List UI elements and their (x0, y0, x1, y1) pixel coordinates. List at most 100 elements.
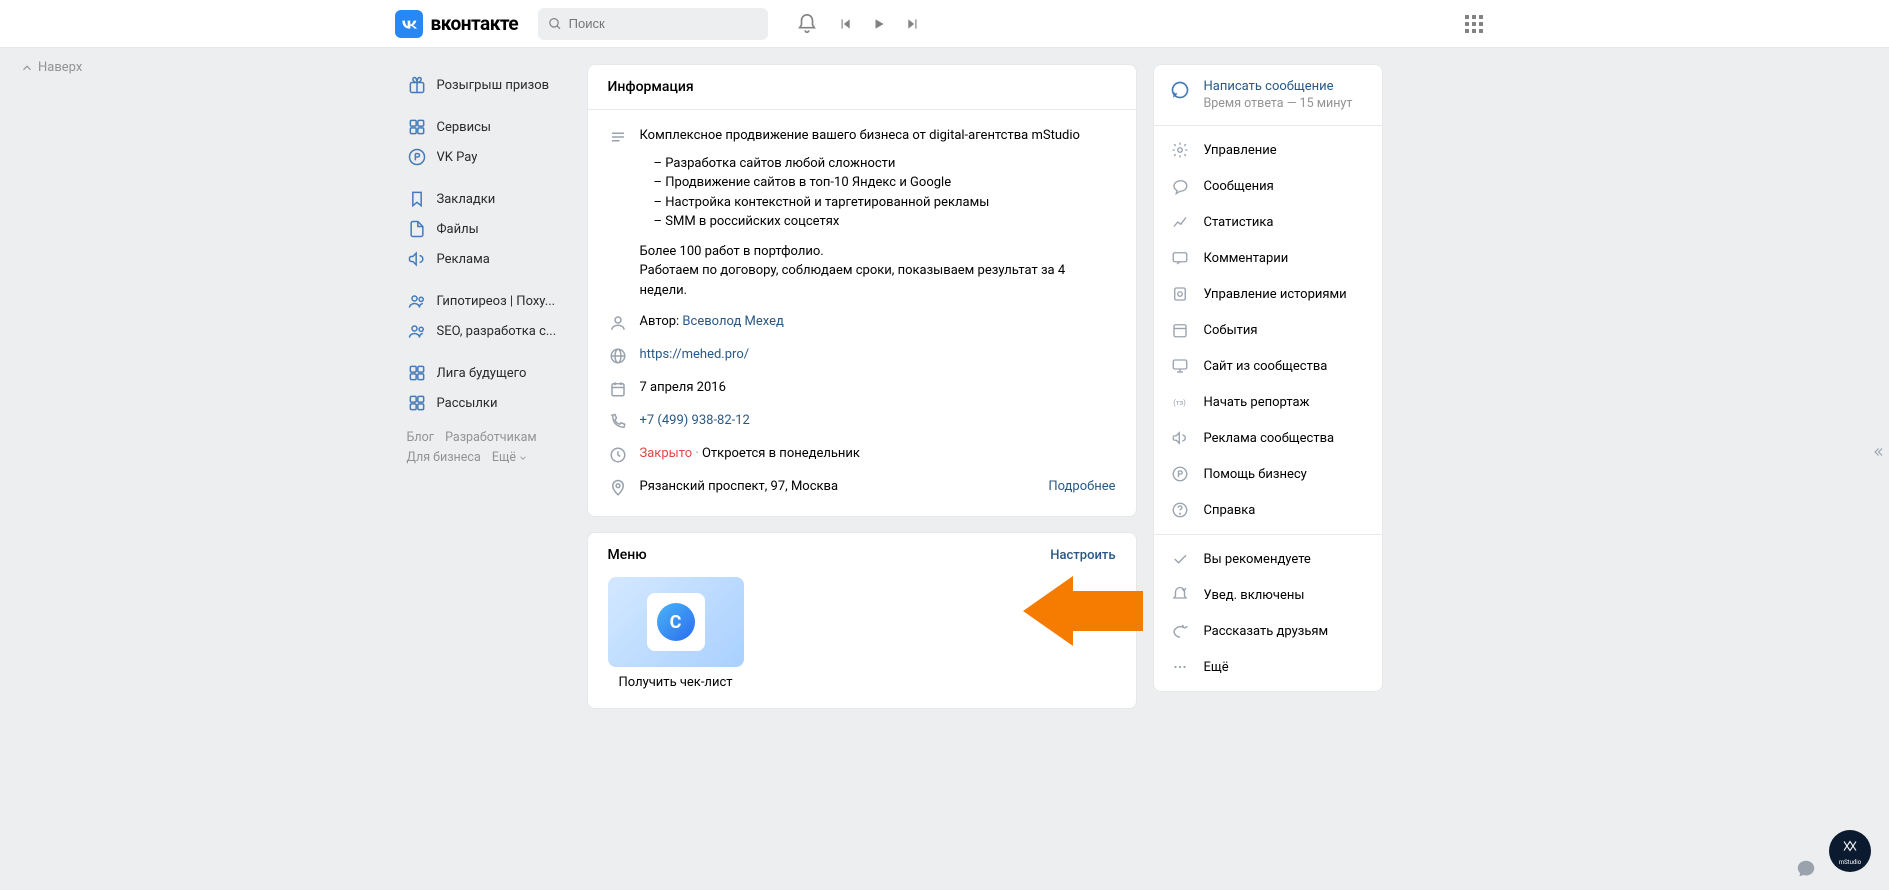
check-icon (1170, 549, 1190, 569)
nav-item[interactable]: Гипотиреоз | Поху... (401, 286, 575, 316)
nav-item[interactable]: Файлы (401, 214, 575, 244)
right-item[interactable]: Справка (1154, 492, 1382, 528)
right-item[interactable]: Статистика (1154, 204, 1382, 240)
stats-icon (1170, 212, 1190, 232)
info-header: Информация (588, 65, 1136, 109)
info-card: Информация Комплексное продвижение вашег… (587, 64, 1137, 517)
nav-item[interactable]: Рассылки (401, 388, 575, 418)
notifications-icon[interactable] (796, 13, 818, 35)
right-item[interactable]: Увед. включены (1154, 577, 1382, 613)
footer-biz-link[interactable]: Для бизнеса (407, 450, 481, 465)
info-more-link[interactable]: Подробнее (1048, 477, 1115, 497)
collapse-handle-icon[interactable] (1871, 445, 1885, 463)
right-column: Написать сообщение Время ответа — 15 мин… (1153, 64, 1383, 724)
description-bullet: Разработка сайтов любой сложности (654, 154, 1116, 174)
globe-icon (608, 346, 628, 366)
vk-logo-icon (395, 10, 423, 38)
services-icon (407, 393, 427, 413)
nav-item[interactable]: Лига будущего (401, 358, 575, 388)
right-item-label: Сообщения (1204, 179, 1274, 194)
monitor-icon (1170, 356, 1190, 376)
write-message-button[interactable]: Написать сообщение Время ответа — 15 мин… (1154, 71, 1382, 119)
calendar-icon (1170, 320, 1190, 340)
megaphone-icon (407, 249, 427, 269)
gift-icon (407, 75, 427, 95)
bookmark-icon (407, 189, 427, 209)
author-icon (608, 313, 628, 333)
gear-icon (1170, 140, 1190, 160)
right-item-label: Увед. включены (1204, 588, 1305, 603)
right-item[interactable]: Вы рекомендуете (1154, 541, 1382, 577)
help-icon (1170, 464, 1190, 484)
right-item[interactable]: (тз)Начать репортаж (1154, 384, 1382, 420)
right-item[interactable]: Ещё (1154, 649, 1382, 685)
nav-item[interactable]: Закладки (401, 184, 575, 214)
right-item[interactable]: Помощь бизнесу (1154, 456, 1382, 492)
comments-icon (1170, 248, 1190, 268)
author-label: Автор: (640, 314, 680, 329)
nav-item[interactable]: Сервисы (401, 112, 575, 142)
author-link[interactable]: Всеволод Мехед (682, 314, 783, 329)
nav-item[interactable]: Розыгрыш призов (401, 70, 575, 100)
nav-item[interactable]: Реклама (401, 244, 575, 274)
chat-bubble-icon[interactable] (1795, 858, 1817, 884)
nav-item[interactable]: VK Pay (401, 142, 575, 172)
description-bullet: Продвижение сайтов в топ-10 Яндекс и Goo… (654, 173, 1116, 193)
nav-label: Закладки (437, 192, 496, 207)
scroll-to-top[interactable]: Наверх (20, 60, 82, 75)
search-icon (548, 16, 562, 32)
description-p2: Работаем по договору, соблюдаем сроки, п… (640, 261, 1116, 300)
footer-devs-link[interactable]: Разработчикам (445, 430, 537, 445)
right-item[interactable]: События (1154, 312, 1382, 348)
right-item-label: Сайт из сообщества (1204, 359, 1328, 374)
message-icon (1170, 80, 1190, 100)
description-bullet: SMM в российских соцсетях (654, 212, 1116, 232)
next-track-icon[interactable] (906, 17, 920, 31)
main-column: Информация Комплексное продвижение вашег… (587, 64, 1137, 724)
apps-grid-icon[interactable] (1465, 15, 1483, 33)
prev-track-icon[interactable] (838, 17, 852, 31)
footer-blog-link[interactable]: Блог (407, 430, 434, 445)
nav-label: Гипотиреоз | Поху... (437, 294, 556, 309)
right-item-label: Вы рекомендуете (1204, 552, 1311, 567)
nav-label: VK Pay (437, 150, 478, 165)
bell-check-icon (1170, 585, 1190, 605)
right-item-label: Справка (1204, 503, 1256, 518)
right-item-label: Ещё (1204, 660, 1229, 675)
company-widget-button[interactable]: mStudio (1829, 830, 1871, 872)
group-icon (407, 321, 427, 341)
svg-text:(тз): (тз) (1173, 398, 1186, 407)
website-link[interactable]: https://mehed.pro/ (640, 347, 750, 362)
calendar-icon (608, 379, 628, 399)
menu-item-checklist[interactable]: C Получить чек-лист (608, 577, 744, 690)
right-item[interactable]: Рассказать друзьям (1154, 613, 1382, 649)
nav-label: SEO, разработка с... (437, 324, 557, 339)
nav-item[interactable]: SEO, разработка с... (401, 316, 575, 346)
footer-more-link[interactable]: Ещё (492, 448, 528, 468)
address: Рязанский проспект, 97, Москва (640, 477, 839, 497)
search-input[interactable] (569, 16, 759, 31)
right-item[interactable]: Сообщения (1154, 168, 1382, 204)
right-item[interactable]: Реклама сообщества (1154, 420, 1382, 456)
chevron-down-icon (518, 453, 528, 463)
nav-label: Розыгрыш призов (437, 78, 550, 93)
ads-icon (1170, 428, 1190, 448)
right-item[interactable]: Комментарии (1154, 240, 1382, 276)
stories-icon (1170, 284, 1190, 304)
logo[interactable]: вконтакте (395, 10, 519, 38)
play-icon[interactable] (872, 17, 886, 31)
description-headline: Комплексное продвижение вашего бизнеса о… (640, 126, 1116, 146)
menu-configure-link[interactable]: Настроить (1050, 548, 1115, 563)
right-item-label: Статистика (1204, 215, 1274, 230)
comment-icon (1170, 176, 1190, 196)
right-item[interactable]: Управление (1154, 132, 1382, 168)
search-box[interactable] (538, 8, 768, 40)
right-item[interactable]: Сайт из сообщества (1154, 348, 1382, 384)
right-item[interactable]: Управление историями (1154, 276, 1382, 312)
nav-label: Лига будущего (437, 366, 527, 381)
footer-links: Блог Разработчикам Для бизнеса Ещё (401, 418, 575, 478)
description-p1: Более 100 работ в портфолио. (640, 242, 1116, 262)
location-icon (608, 478, 628, 498)
phone-link[interactable]: +7 (499) 938-82-12 (640, 413, 750, 428)
right-item-label: События (1204, 323, 1258, 338)
